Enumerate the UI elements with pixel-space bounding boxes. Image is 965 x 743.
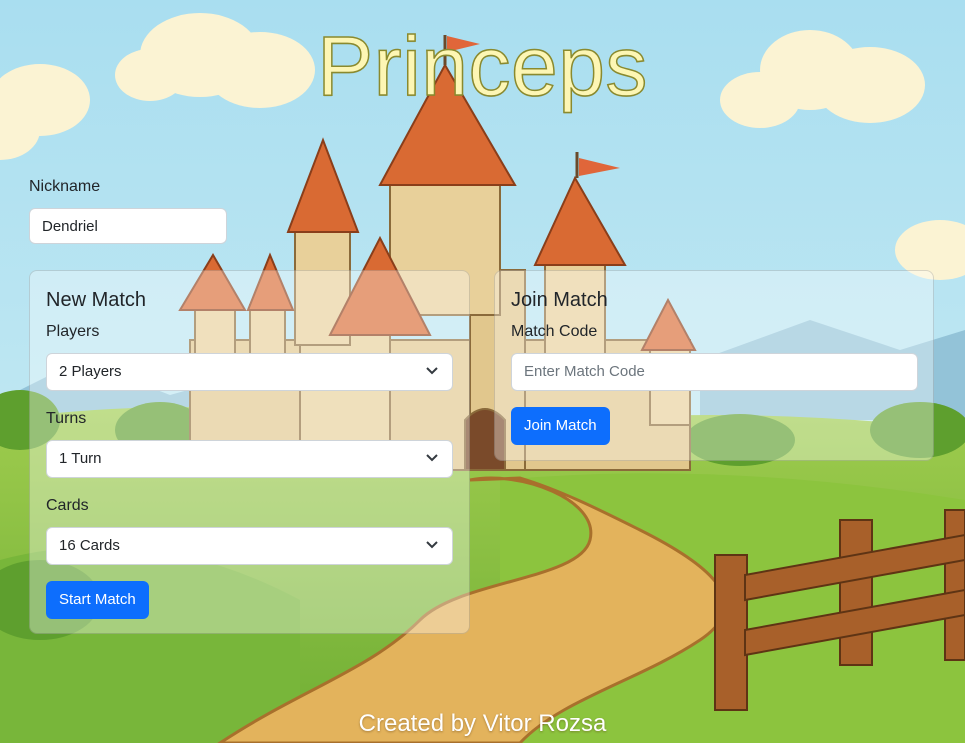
join-match-card: Join Match Match Code Enter Match Code J… xyxy=(494,270,934,461)
nickname-input[interactable]: Dendriel xyxy=(29,208,227,244)
turns-select-value: 1 Turn xyxy=(59,450,102,467)
join-match-title: Join Match xyxy=(511,289,608,311)
turns-select[interactable]: 1 Turn xyxy=(46,440,453,478)
app-title: Princeps xyxy=(316,18,648,114)
join-match-button[interactable]: Join Match xyxy=(511,407,610,445)
chevron-down-icon xyxy=(426,454,438,462)
cards-label: Cards xyxy=(46,497,89,514)
nickname-label: Nickname xyxy=(29,178,101,195)
new-match-title: New Match xyxy=(46,289,147,311)
cards-select-value: 16 Cards xyxy=(59,537,120,554)
footer-credit: Created by Vitor Rozsa xyxy=(358,710,607,737)
chevron-down-icon xyxy=(426,541,438,549)
turns-label: Turns xyxy=(46,410,87,427)
players-select-value: 2 Players xyxy=(59,363,122,380)
cards-select[interactable]: 16 Cards xyxy=(46,527,453,565)
match-code-label: Match Code xyxy=(511,323,598,340)
match-code-input[interactable]: Enter Match Code xyxy=(511,353,918,391)
new-match-card: New Match Players 2 Players Turns 1 Turn… xyxy=(29,270,470,634)
chevron-down-icon xyxy=(426,367,438,375)
players-label: Players xyxy=(46,323,100,340)
start-match-button[interactable]: Start Match xyxy=(46,581,149,619)
players-select[interactable]: 2 Players xyxy=(46,353,453,391)
